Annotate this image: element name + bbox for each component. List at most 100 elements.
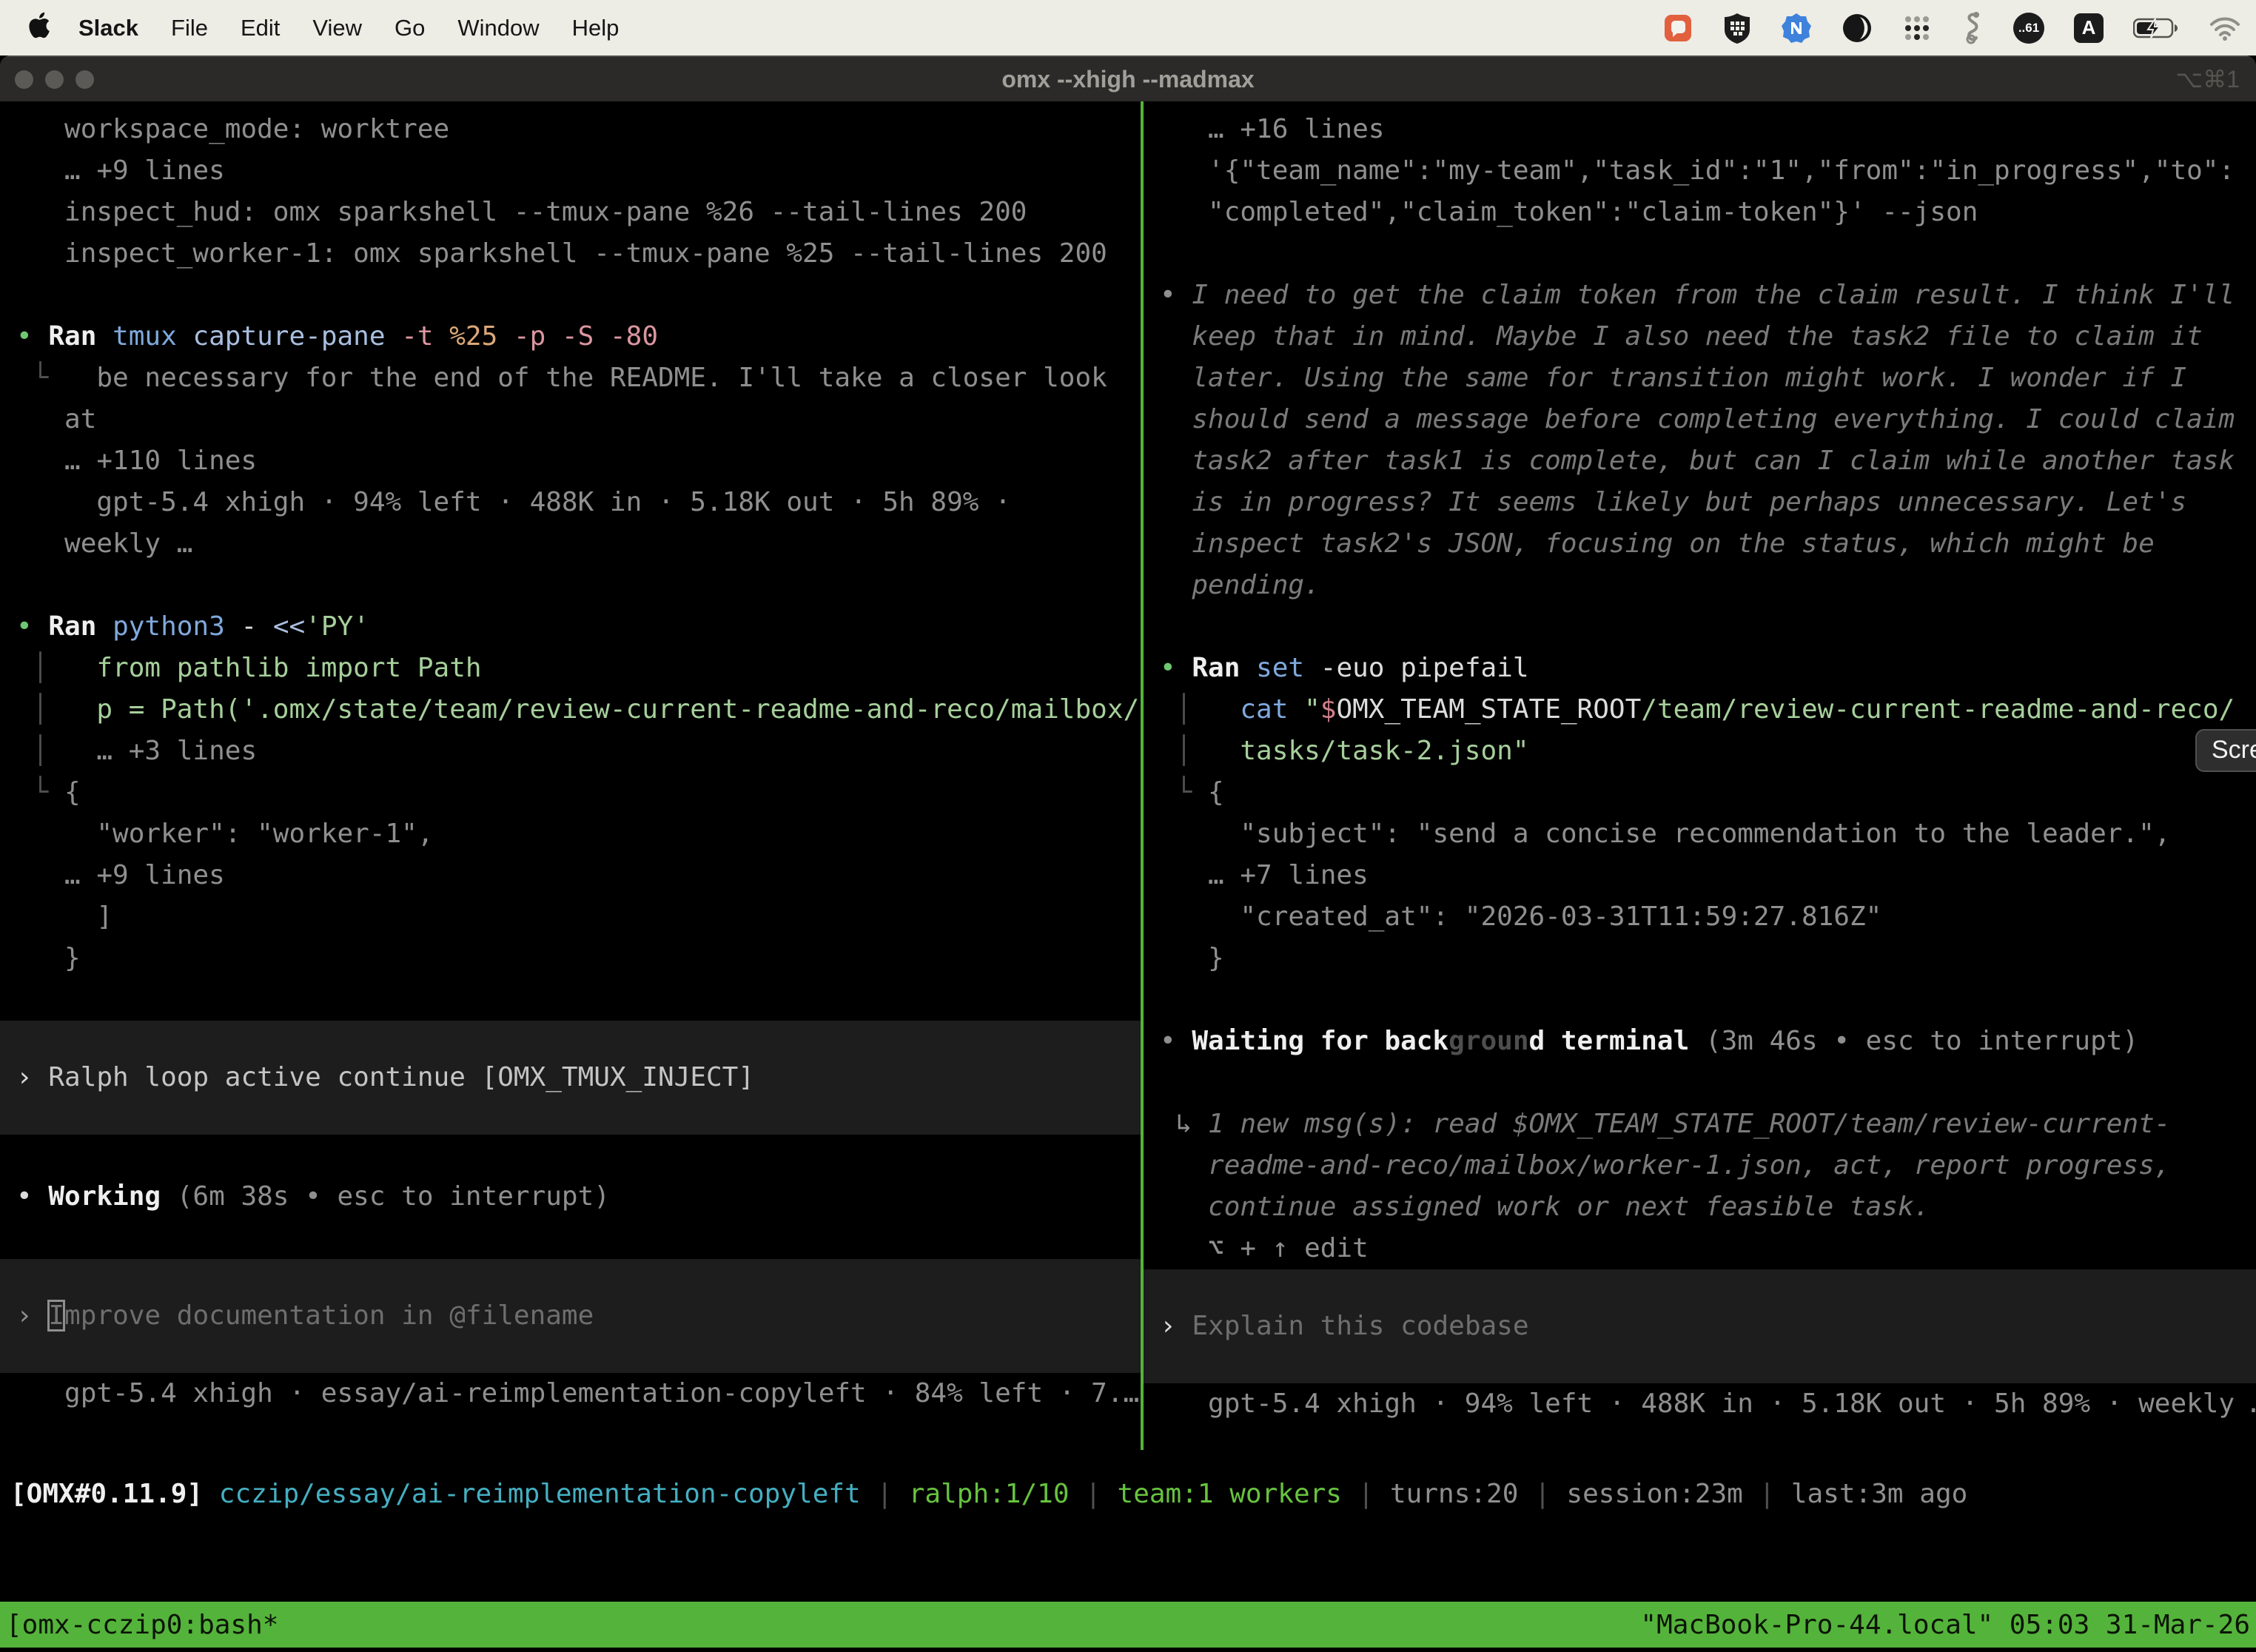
terminal-line <box>16 275 1141 316</box>
tooltip-label: Scre <box>2212 736 2256 764</box>
menu-item-file[interactable]: File <box>171 15 208 41</box>
terminal-content: workspace_mode: worktree … +9 lines insp… <box>0 101 2256 1651</box>
text-segment: | <box>1518 1479 1566 1509</box>
menu-item-help[interactable]: Help <box>572 15 620 41</box>
menu-item-slack[interactable]: Slack <box>78 15 138 41</box>
text-segment: "completed","claim_token":"claim-token"}… <box>1160 197 1978 227</box>
ralph-loop-banner[interactable]: › Ralph loop active continue [OMX_TMUX_I… <box>0 1021 1141 1135</box>
terminal-line: workspace_mode: worktree <box>16 109 1141 150</box>
text-segment: keep that in mind. Maybe I also need the… <box>1160 321 2203 352</box>
terminal-line: "subject": "send a concise recommendatio… <box>1160 813 2256 855</box>
text-segment: gpt-5.4 xhigh · 94% left · 488K in · 5.1… <box>16 487 1011 517</box>
text-segment: | <box>861 1479 909 1509</box>
text-segment: ↳ <box>1160 1109 1208 1139</box>
terminal-line: ⌥ + ↑ edit <box>1160 1228 2256 1269</box>
text-segment: │ <box>1160 736 1240 766</box>
text-segment: ralph:1/10 <box>909 1479 1070 1509</box>
terminal-line: ↳ 1 new msg(s): read $OMX_TEAM_STATE_ROO… <box>1160 1104 2256 1145</box>
text-segment: $ <box>1320 694 1337 725</box>
squiggle-app-icon[interactable] <box>1961 11 1984 45</box>
percent-badge-label: ..61 <box>2018 21 2039 36</box>
text-segment: } <box>1160 943 1224 973</box>
text-segment: -t <box>401 321 449 352</box>
text-segment: Waiting for back <box>1192 1026 1448 1056</box>
text-segment: … +110 lines <box>16 446 257 476</box>
right-terminal-pane[interactable]: … +16 lines '{"team_name":"my-team","tas… <box>1144 101 2256 1450</box>
text-segment: • <box>1160 1026 1192 1056</box>
left-terminal-pane[interactable]: workspace_mode: worktree … +9 lines insp… <box>0 101 1141 1450</box>
text-segment: d terminal <box>1529 1026 1705 1056</box>
menu-item-go[interactable]: Go <box>395 15 425 41</box>
terminal-line <box>1160 1062 2256 1104</box>
input-source-icon[interactable]: A <box>2074 13 2104 43</box>
menu-item-view[interactable]: View <box>312 15 362 41</box>
tmux-session-name: [omx-cczip0:bash* <box>6 1610 278 1640</box>
terminal-line <box>1160 233 2256 275</box>
text-segment: -euo pipefail <box>1320 653 1529 683</box>
prompt-input-left[interactable]: › Improve documentation in @filename <box>0 1259 1141 1373</box>
text-segment: … +3 lines <box>96 736 257 766</box>
terminal-line: … +16 lines <box>1160 109 2256 150</box>
text-segment: tasks/task-2.json" <box>1240 736 1528 766</box>
menu-item-edit[interactable]: Edit <box>241 15 280 41</box>
text-segment: inspect task2's JSON, focusing on the st… <box>1160 528 2155 559</box>
terminal-line: ] <box>16 896 1141 938</box>
terminal-line: keep that in mind. Maybe I also need the… <box>1160 316 2256 357</box>
terminal-line: … +110 lines <box>16 440 1141 482</box>
terminal-line: is in progress? It seems likely but perh… <box>1160 482 2256 523</box>
dots-grid-icon[interactable] <box>1902 13 1932 43</box>
crescent-app-icon[interactable] <box>1842 13 1873 44</box>
text-segment: | <box>1070 1479 1118 1509</box>
terminal-line: task2 after task1 is complete, but can I… <box>1160 440 2256 482</box>
terminal-line <box>1160 979 2256 1021</box>
input-source-letter: A <box>2082 16 2096 39</box>
text-segment: gpt-5.4 xhigh · 94% left · 488K in · 5.1… <box>1160 1389 2256 1419</box>
apple-menu[interactable] <box>28 12 50 44</box>
terminal-line: pending. <box>1160 565 2256 606</box>
chat-app-icon[interactable] <box>1662 13 1693 44</box>
text-segment: "worker": "worker-1", <box>16 819 434 849</box>
menu-item-window[interactable]: Window <box>457 15 539 41</box>
shield-grid-icon[interactable] <box>1723 12 1751 44</box>
terminal-line: │ p = Path('.omx/state/team/review-curre… <box>16 689 1141 731</box>
ran-set-command: • Ran set -euo pipefail <box>1160 648 2256 689</box>
terminal-line: } <box>1160 938 2256 979</box>
text-segment: capture-pane <box>192 321 401 352</box>
text-segment: last:3m ago <box>1791 1479 1967 1509</box>
text-segment: │ <box>1160 694 1240 725</box>
prompt-input-right[interactable]: › Explain this codebase <box>1144 1269 2256 1383</box>
terminal-line <box>1160 606 2256 648</box>
terminal-line: … +9 lines <box>16 150 1141 192</box>
tmux-status-bar: [omx-cczip0:bash* "MacBook-Pro-44.local"… <box>0 1602 2256 1648</box>
window-titlebar: omx --xhigh --madmax ⌥⌘1 <box>0 56 2256 101</box>
text-segment: › <box>16 1062 48 1092</box>
wifi-icon[interactable] <box>2209 16 2241 41</box>
terminal-line: └ be necessary for the end of the README… <box>16 357 1141 399</box>
terminal-window: omx --xhigh --madmax ⌥⌘1 workspace_mode:… <box>0 56 2256 1652</box>
text-segment: › <box>16 1300 48 1331</box>
text-segment: … +9 lines <box>16 860 225 890</box>
battery-icon[interactable] <box>2133 17 2179 39</box>
text-segment: │ <box>16 736 96 766</box>
text-segment: continue assigned work or next feasible … <box>1160 1192 1930 1222</box>
text-segment: /team/review-current-readme-and-reco/ <box>1641 694 2235 725</box>
text-segment: | <box>1743 1479 1791 1509</box>
text-segment: └ <box>16 363 96 393</box>
text-segment: │ <box>16 694 96 725</box>
thinking-text: • I need to get the claim token from the… <box>1160 275 2256 316</box>
text-segment: - <box>241 611 272 642</box>
text-segment: at <box>16 404 96 434</box>
text-segment: "created_at": "2026-03-31T11:59:27.816Z" <box>1160 901 1881 932</box>
text-segment: Ran <box>48 611 113 642</box>
text-segment: Explain this codebase <box>1192 1311 1528 1341</box>
text-segment: I <box>48 1300 64 1331</box>
percent-badge-icon[interactable]: ..61 <box>2013 13 2044 44</box>
text-segment: is in progress? It seems likely but perh… <box>1160 487 2186 517</box>
text-segment: • <box>1160 653 1192 683</box>
lightning-app-icon[interactable] <box>1781 13 1812 44</box>
text-segment: … +16 lines <box>1160 114 1384 144</box>
text-segment: I need to get the claim token from the c… <box>1192 280 2235 310</box>
text-segment: "subject": "send a concise recommendatio… <box>1160 819 2170 849</box>
ran-tmux-command: • Ran tmux capture-pane -t %25 -p -S -80 <box>16 316 1141 357</box>
terminal-line: readme-and-reco/mailbox/worker-1.json, a… <box>1160 1145 2256 1186</box>
